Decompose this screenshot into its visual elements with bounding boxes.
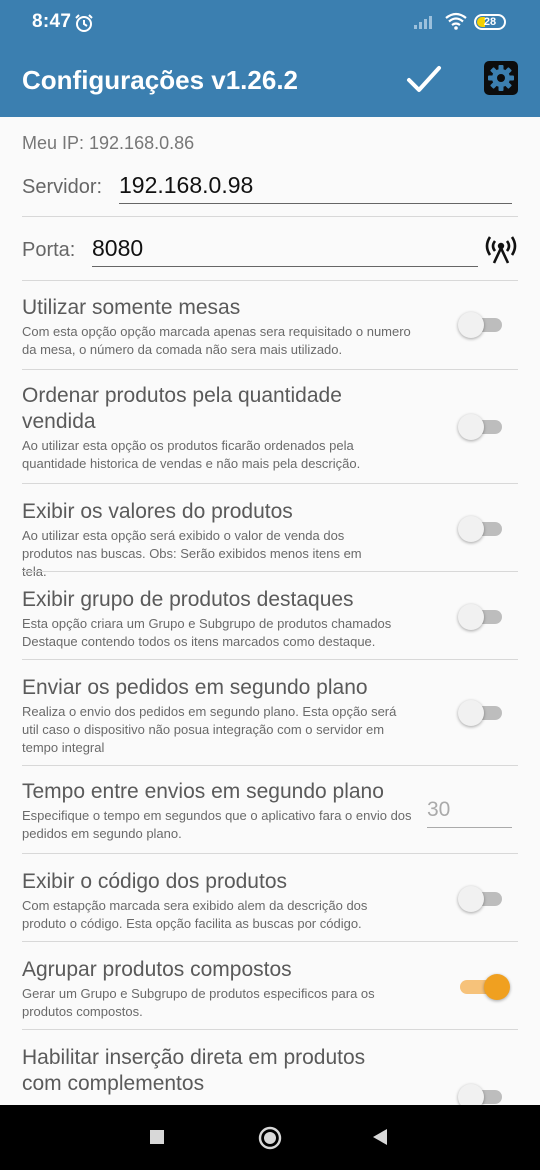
setting-description: Com estapção marcada sera exibido alem d… (22, 898, 368, 931)
recents-icon[interactable] (150, 1130, 164, 1144)
server-label: Servidor: (22, 176, 103, 198)
clock: 8:47 (32, 11, 72, 32)
setting-title: Enviar os pedidos em segundo plano (22, 676, 368, 699)
alarm-icon (75, 14, 93, 32)
setting-description: Realiza o envio dos pedidos em segundo p… (22, 704, 397, 755)
divider (22, 280, 518, 281)
setting-description: Esta opção criara um Grupo e Subgrupo de… (22, 616, 392, 649)
wifi-icon (445, 12, 467, 30)
group-composite-toggle[interactable] (460, 974, 510, 1000)
divider (22, 483, 518, 484)
page-title: Configurações v1.26.2 (22, 65, 298, 95)
port-label: Porta: (22, 239, 76, 261)
setting-title: Habilitar inserção direta em produtos co… (22, 1046, 366, 1095)
featured-group-toggle[interactable] (458, 604, 502, 630)
send-interval-input[interactable]: 30 (427, 798, 512, 828)
setting-featured-group[interactable]: Exibir grupo de produtos destaques Esta … (0, 587, 540, 659)
setting-sort-by-sales[interactable]: Ordenar produtos pela quantidade vendida… (0, 383, 540, 483)
divider (22, 765, 518, 766)
settings-button[interactable] (484, 61, 518, 95)
server-input[interactable]: 192.168.0.98 (119, 172, 512, 204)
setting-group-composite[interactable]: Agrupar produtos compostos Gerar um Grup… (0, 957, 540, 1029)
divider (22, 941, 518, 942)
divider (22, 369, 518, 370)
setting-background-send[interactable]: Enviar os pedidos em segundo plano Reali… (0, 675, 540, 765)
setting-title: Tempo entre envios em segundo plano (22, 780, 384, 803)
system-nav-bar (0, 1105, 540, 1170)
divider (22, 216, 518, 217)
setting-show-code[interactable]: Exibir o código dos produtos Com estapçã… (0, 869, 540, 941)
signal-icon (414, 16, 432, 29)
setting-title: Ordenar produtos pela quantidade vendida (22, 384, 342, 433)
setting-title: Utilizar somente mesas (22, 296, 241, 319)
back-icon[interactable] (371, 1128, 389, 1146)
setting-title: Exibir grupo de produtos destaques (22, 588, 354, 611)
setting-send-interval[interactable]: Tempo entre envios em segundo plano Espe… (0, 779, 540, 853)
home-icon[interactable] (258, 1126, 282, 1150)
divider (22, 659, 518, 660)
setting-description: Gerar um Grupo e Subgrupo de produtos es… (22, 986, 375, 1019)
background-send-toggle[interactable] (458, 700, 502, 726)
battery-icon: 28 (474, 14, 506, 30)
divider (22, 571, 518, 572)
setting-description: Ao utilizar esta opção os produtos ficar… (22, 438, 361, 471)
only-tables-toggle[interactable] (458, 312, 502, 338)
status-bar: 8:47 28 (0, 0, 540, 40)
sort-by-sales-toggle[interactable] (458, 414, 502, 440)
my-ip-label: Meu IP: 192.168.0.86 (22, 133, 195, 153)
gear-icon (488, 65, 514, 91)
setting-description: Ao utilizar esta opção será exibido o va… (22, 528, 362, 579)
antenna-icon[interactable] (485, 232, 517, 266)
port-input[interactable]: 8080 (92, 235, 478, 267)
direct-insert-toggle[interactable] (458, 1084, 502, 1105)
divider (22, 1029, 518, 1030)
show-values-toggle[interactable] (458, 516, 502, 542)
setting-title: Exibir o código dos produtos (22, 870, 287, 893)
setting-description: Especifique o tempo em segundos que o ap… (22, 808, 412, 841)
setting-description: Com esta opção opção marcada apenas sera… (22, 324, 411, 357)
setting-show-values[interactable]: Exibir os valores do produtos Ao utiliza… (0, 499, 540, 579)
show-code-toggle[interactable] (458, 886, 502, 912)
setting-title: Exibir os valores do produtos (22, 500, 293, 523)
app-bar: Configurações v1.26.2 (0, 40, 540, 117)
setting-only-tables[interactable]: Utilizar somente mesas Com esta opção op… (0, 295, 540, 369)
check-icon[interactable] (404, 62, 444, 98)
setting-direct-insert[interactable]: Habilitar inserção direta em produtos co… (0, 1045, 540, 1105)
divider (22, 853, 518, 854)
battery-level: 28 (483, 16, 497, 28)
setting-title: Agrupar produtos compostos (22, 958, 292, 981)
settings-list[interactable]: Meu IP: 192.168.0.86 Servidor: 192.168.0… (0, 117, 540, 1105)
